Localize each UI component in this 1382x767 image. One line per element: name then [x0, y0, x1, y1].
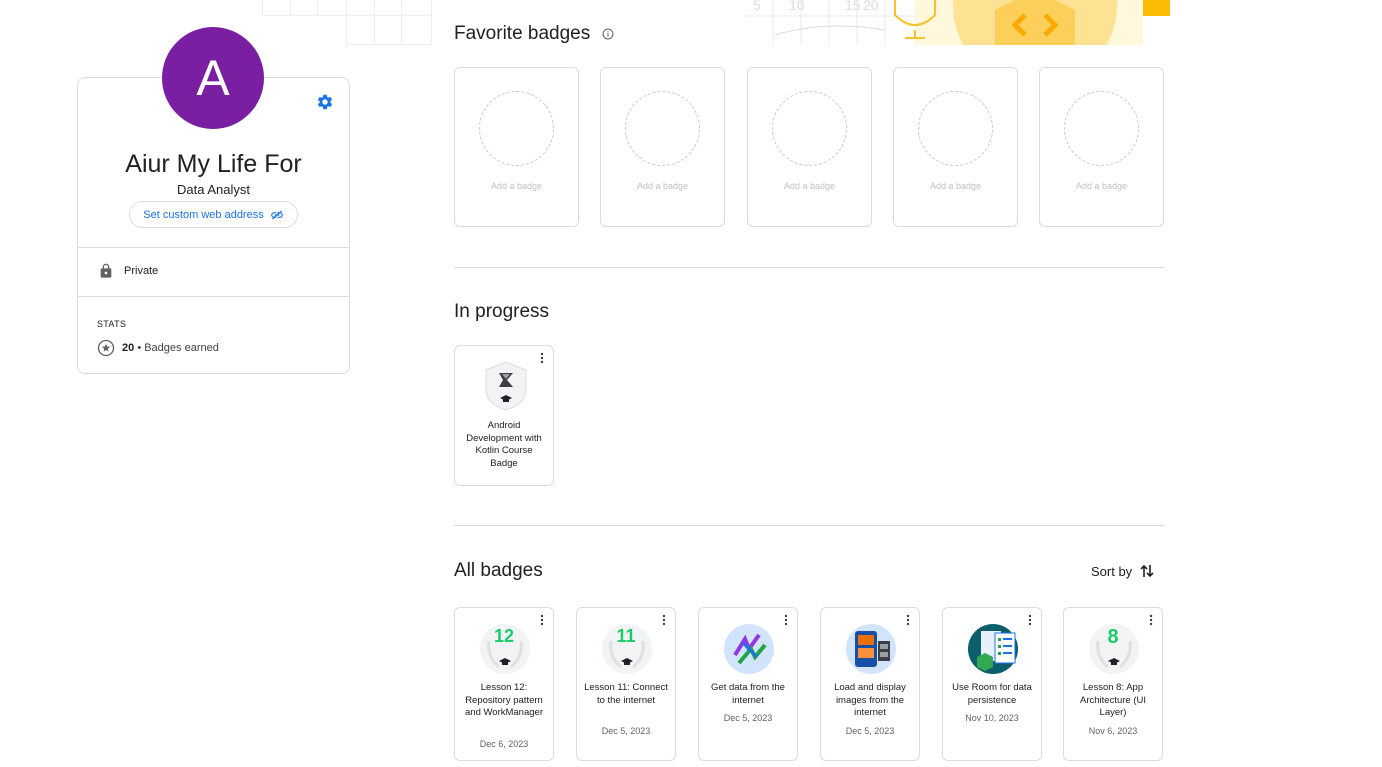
privacy-label: Private: [124, 265, 159, 277]
lock-icon: [100, 263, 112, 278]
badge-title: Lesson 8: App Architecture (UI Layer): [1080, 682, 1146, 718]
badge-date: Dec 6, 2023: [479, 739, 529, 749]
svg-text:10: 10: [789, 0, 805, 13]
favorite-slot[interactable]: Add a badge: [747, 67, 872, 227]
badge-card[interactable]: Get data from the internet Dec 5, 2023: [698, 607, 798, 761]
badge-title: Lesson 11: Connect to the internet: [584, 682, 668, 706]
lesson-number: 12: [493, 626, 515, 646]
add-badge-label: Add a badge: [1075, 181, 1128, 191]
sort-by-label: Sort by: [1091, 563, 1133, 579]
favorite-slot[interactable]: Add a badge: [893, 67, 1018, 227]
add-badge-label: Add a badge: [636, 181, 689, 191]
badge-date: Dec 5, 2023: [845, 726, 895, 736]
favorite-badges-label: Favorite badges: [454, 23, 591, 44]
star-badge-icon: [97, 339, 115, 357]
badge-card[interactable]: 8 Lesson 8: App Architecture (UI Layer) …: [1063, 607, 1163, 761]
profile-divider: [78, 296, 349, 297]
kebab-menu-icon[interactable]: [538, 352, 546, 364]
add-badge-label: Add a badge: [783, 181, 836, 191]
gear-icon[interactable]: [316, 93, 334, 111]
section-divider: [454, 267, 1165, 268]
kebab-menu-icon[interactable]: [782, 614, 790, 626]
favorite-slot[interactable]: Add a badge: [1039, 67, 1164, 227]
avatar[interactable]: A: [162, 27, 264, 129]
stats-heading: STATS: [97, 319, 127, 329]
banner-chart-decoration: 5 10 15 20: [745, 0, 1175, 45]
add-badge-label: Add a badge: [490, 181, 543, 191]
add-badge-label: Add a badge: [929, 181, 982, 191]
stats-badges-earned: 20 • Badges earned: [97, 339, 219, 357]
badge-card[interactable]: 12 Lesson 12: Repository pattern and Wor…: [454, 607, 554, 761]
banner-decoration: [262, 0, 432, 45]
sort-by-button[interactable]: Sort by: [1091, 563, 1154, 579]
svg-text:20: 20: [863, 0, 879, 13]
badge-card[interactable]: Load and display images from the interne…: [820, 607, 920, 761]
badge-card[interactable]: 11 Lesson 11: Connect to the internet De…: [576, 607, 676, 761]
in-progress-badge-card[interactable]: Android Development with Kotlin Course B…: [454, 345, 554, 486]
all-badges-title: All badges: [454, 560, 543, 581]
badge-date: Dec 5, 2023: [601, 726, 651, 736]
section-divider: [454, 525, 1165, 526]
kebab-menu-icon[interactable]: [904, 614, 912, 626]
in-progress-title: In progress: [454, 301, 550, 322]
profile-role: Data Analyst: [177, 182, 250, 197]
favorite-slot-placeholder: [772, 91, 847, 166]
info-icon[interactable]: [602, 28, 614, 40]
course-badge-icon: [485, 361, 527, 411]
svg-text:15: 15: [845, 0, 861, 13]
badge-title: Android Development with Kotlin Course B…: [466, 420, 542, 469]
favorite-slot[interactable]: Add a badge: [600, 67, 725, 227]
set-custom-web-address-button[interactable]: Set custom web address: [129, 201, 298, 228]
sort-icon: [1140, 564, 1154, 578]
favorite-slot-placeholder: [918, 91, 993, 166]
badge-card[interactable]: Use Room for data persistence Nov 10, 20…: [942, 607, 1042, 761]
badge-title: Use Room for data persistence: [952, 682, 1032, 706]
link-icon: [270, 209, 283, 220]
profile-name: Aiur My Life For: [125, 150, 302, 178]
kebab-menu-icon[interactable]: [1026, 614, 1034, 626]
svg-text:5: 5: [753, 0, 761, 13]
room-persistence-badge-icon: [968, 624, 1018, 674]
badge-date: Dec 5, 2023: [723, 713, 773, 723]
favorite-badges-title: Favorite badges: [454, 23, 614, 45]
lesson-number: 11: [616, 626, 636, 646]
profile-divider: [78, 247, 349, 248]
privacy-row: Private: [98, 262, 158, 280]
badge-title: Load and display images from the interne…: [834, 682, 906, 718]
badges-earned-label: • Badges earned: [137, 342, 219, 354]
web-address-label: Set custom web address: [143, 208, 264, 221]
favorite-slot-placeholder: [1064, 91, 1139, 166]
load-images-badge-icon: [846, 624, 896, 674]
lesson-number: 8: [1107, 626, 1119, 648]
kebab-menu-icon[interactable]: [660, 614, 668, 626]
badge-date: Nov 6, 2023: [1088, 726, 1138, 736]
favorite-slot[interactable]: Add a badge: [454, 67, 579, 227]
kebab-menu-icon[interactable]: [1147, 614, 1155, 626]
favorite-slot-placeholder: [479, 91, 554, 166]
favorite-slot-placeholder: [625, 91, 700, 166]
badge-date: Nov 10, 2023: [965, 713, 1019, 723]
badge-title: Get data from the internet: [711, 682, 785, 706]
kebab-menu-icon[interactable]: [538, 614, 546, 626]
badges-count: 20: [122, 342, 135, 354]
badge-title: Lesson 12: Repository pattern and WorkMa…: [465, 682, 543, 718]
get-data-badge-icon: [724, 624, 774, 674]
